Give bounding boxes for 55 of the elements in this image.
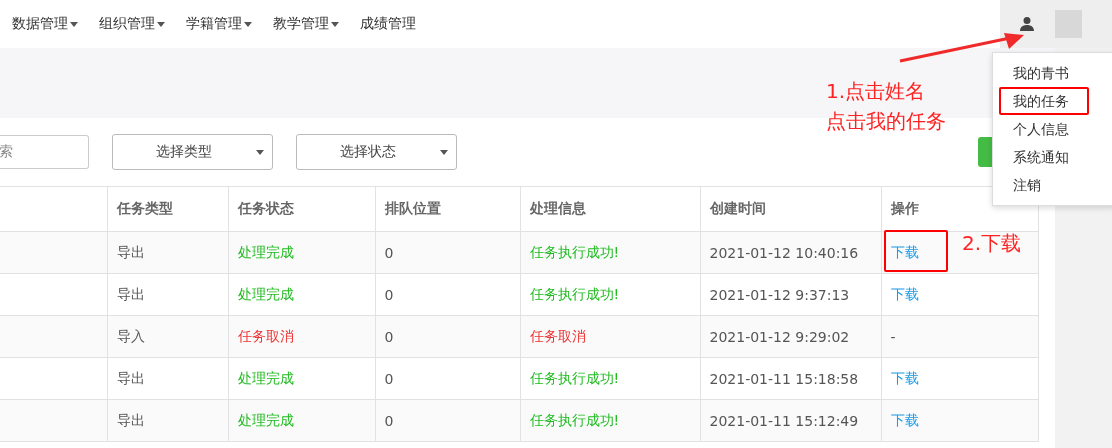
table-cell: 0 [384,286,394,303]
status-text: 处理完成 [237,411,294,428]
info-text: 任务取消 [529,327,586,344]
table-cell: - [890,328,896,345]
nav-menu-item[interactable]: 成绩管理 [360,15,416,33]
table-cell: 2021-01-12 9:29:02 [709,328,850,345]
menu-item[interactable]: 我的青书 [993,59,1089,87]
select-dropdown[interactable]: 选择状态 [296,134,457,170]
status-text: 处理完成 [237,285,294,302]
menu-item[interactable]: 个人信息 [993,115,1089,143]
menu-item[interactable]: 系统通知 [993,143,1089,171]
user-icon[interactable] [1019,16,1035,32]
table-cell: 导出 [116,369,145,386]
nav-menu-item[interactable]: 教学管理 [273,15,339,33]
nav-menu-item[interactable]: 学籍管理 [186,15,252,33]
column-header: 排队位置 [384,200,441,216]
info-text: 任务执行成功! [529,243,620,260]
annotation-text: 1.点击姓名 [826,78,927,105]
caret-icon [244,21,252,27]
table-cell: 导入 [116,327,145,344]
table-cell: 0 [384,412,394,429]
menu-item[interactable]: 注销 [993,171,1089,199]
nav-menu-item[interactable]: 数据管理 [12,15,78,33]
table-cell: 2021-01-12 9:37:13 [709,286,850,303]
column-header: 处理信息 [529,200,586,216]
info-text: 任务执行成功! [529,285,620,302]
status-text: 处理完成 [237,243,294,260]
column-header: 任务类型 [116,200,173,216]
select-dropdown[interactable]: 选择类型 [112,134,273,170]
info-text: 任务执行成功! [529,369,620,386]
info-text: 任务执行成功! [529,411,620,428]
table-cell: 2021-01-12 10:40:16 [709,244,859,261]
column-header: 任务状态 [237,200,294,216]
column-header: 操作 [890,200,919,216]
annotation-text: 2.下载 [962,230,1022,257]
column-header: 创建时间 [709,200,766,216]
table-cell: 2021-01-11 15:12:49 [709,412,859,429]
table-cell: 0 [384,370,394,387]
table-cell: 2021-01-11 15:18:58 [709,370,859,387]
caret-icon [70,21,78,27]
caret-icon [331,21,339,27]
table-cell: 0 [384,328,394,345]
nav-menu-item[interactable]: 组织管理 [99,15,165,33]
search-field[interactable]: 索 [0,135,89,169]
caret-icon [256,149,264,155]
table-cell: 导出 [116,411,145,428]
menu-item[interactable]: 我的任务 [999,87,1089,115]
table-cell: 导出 [116,243,145,260]
caret-icon [440,149,448,155]
status-text: 处理完成 [237,369,294,386]
table-cell: 0 [384,244,394,261]
status-text: 任务取消 [237,327,294,344]
annotation-text: 点击我的任务 [826,108,946,135]
caret-icon [157,21,165,27]
table-cell: 导出 [116,285,145,302]
